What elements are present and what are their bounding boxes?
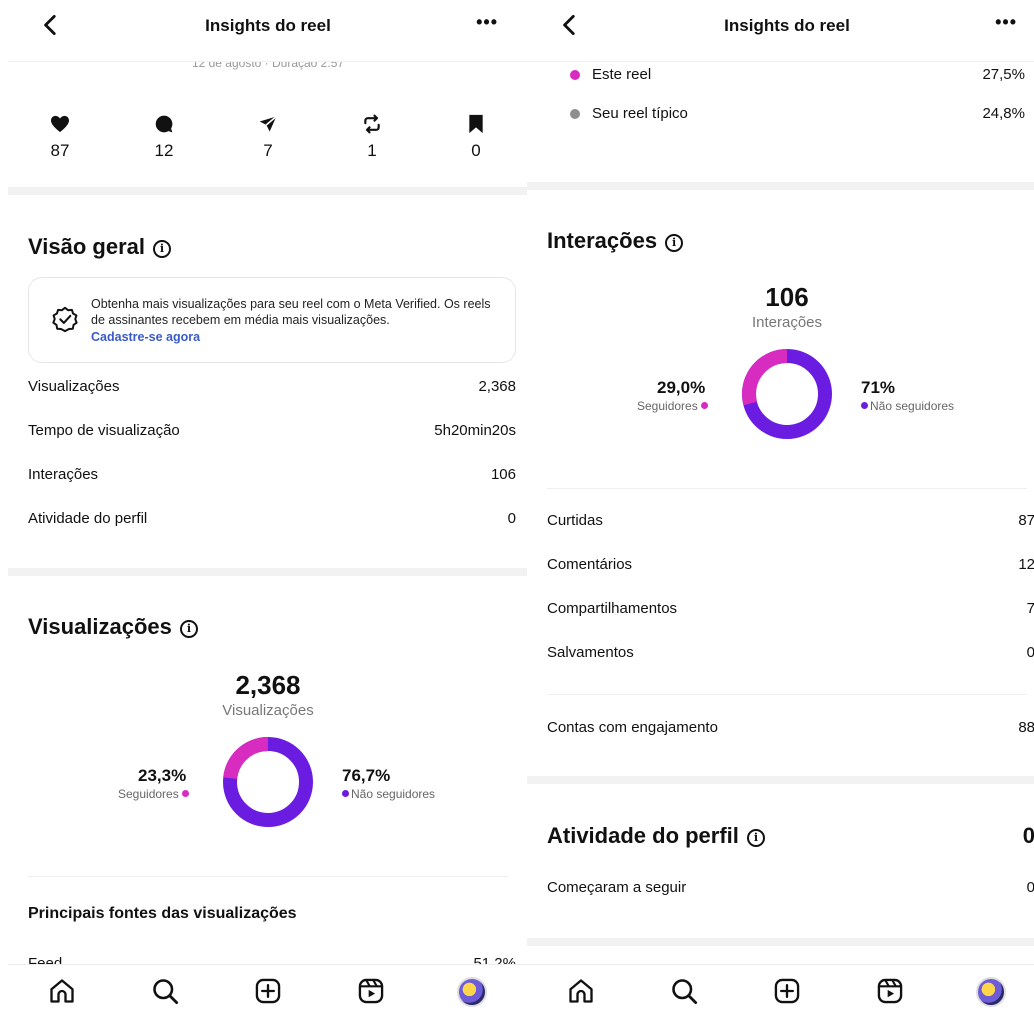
overview-title: Visão geral i	[28, 234, 171, 260]
row-comments-value: 12	[1018, 556, 1034, 573]
separator	[547, 488, 1027, 489]
interactions-total: 106	[765, 282, 809, 312]
interactions-title: Interações i	[547, 228, 684, 254]
info-icon[interactable]: i	[665, 234, 684, 252]
views-followers-pct: 23,3%	[138, 766, 187, 785]
row-likes-label: Curtidas	[547, 512, 603, 529]
row-profile-activity-value: 0	[507, 510, 516, 527]
followers-dot	[181, 790, 189, 797]
profile-avatar[interactable]	[457, 977, 487, 1007]
profile-avatar[interactable]	[976, 977, 1006, 1007]
this-reel-dot	[570, 70, 580, 80]
interactions-nonfollowers-pct: 71%	[861, 378, 896, 397]
this-reel-value: 27,5%	[982, 66, 1025, 83]
left-screen: 12 de agosto · Duração 2:57 Insights do …	[8, 0, 528, 1014]
home-icon[interactable]	[567, 977, 595, 1005]
views-title: Visualizações i	[28, 614, 198, 640]
row-watch-time-value: 5h20min20s	[434, 422, 516, 439]
share-icon	[259, 115, 277, 132]
page-title: Insights do reel	[205, 16, 331, 35]
views-nonfollowers-label: Não seguidores	[342, 787, 435, 801]
separator	[28, 876, 508, 877]
row-interactions-label: Interações	[28, 466, 99, 483]
reels-icon[interactable]	[876, 977, 904, 1005]
bottom-nav	[527, 964, 1034, 1014]
create-icon[interactable]	[773, 977, 801, 1005]
interactions-nonfollowers-label: Não seguidores	[861, 399, 954, 413]
heart-icon	[51, 115, 69, 133]
stat-shares: 7	[238, 113, 298, 161]
row-shares-value: 7	[1026, 600, 1034, 617]
row-shares-label: Compartilhamentos	[547, 600, 678, 617]
stat-likes: 87	[30, 113, 90, 161]
sources-title: Principais fontes das visualizações	[28, 905, 297, 922]
comment-icon	[155, 115, 173, 133]
stat-reposts: 1	[342, 113, 402, 161]
bookmark-icon	[469, 114, 483, 134]
row-watch-time-label: Tempo de visualização	[28, 422, 180, 439]
repost-icon	[364, 114, 380, 134]
interactions-donut-chart	[742, 349, 832, 439]
typical-reel-label: Seu reel típico	[592, 105, 688, 122]
create-icon[interactable]	[254, 977, 282, 1005]
info-icon[interactable]: i	[179, 620, 198, 638]
signup-link[interactable]: Cadastre-se agora	[91, 330, 200, 344]
row-likes-value: 87	[1018, 512, 1034, 529]
meta-verified-card: Obtenha mais visualizações para seu reel…	[28, 277, 516, 363]
interactions-followers-pct: 29,0%	[657, 378, 706, 397]
section-divider	[8, 187, 528, 195]
interactions-total-label: Interações	[751, 314, 823, 331]
row-profile-activity-label: Atividade do perfil	[28, 510, 148, 527]
followers-dot	[700, 402, 708, 409]
views-nonfollowers-pct: 76,7%	[342, 766, 391, 785]
this-reel-label: Este reel	[592, 66, 652, 83]
reels-icon[interactable]	[357, 977, 385, 1005]
info-icon[interactable]: i	[153, 240, 171, 258]
typical-reel-value: 24,8%	[982, 105, 1025, 122]
views-donut-chart	[223, 737, 313, 827]
profile-activity-title: Atividade do perfil i	[547, 823, 765, 849]
row-views-label: Visualizações	[28, 378, 120, 395]
interactions-followers-label: Seguidores	[637, 399, 708, 413]
section-divider	[527, 182, 1034, 190]
nonfollowers-dot	[342, 790, 349, 797]
bottom-nav	[8, 964, 528, 1014]
nonfollowers-dot	[861, 402, 868, 409]
new-followers-label: Começaram a seguir	[547, 879, 687, 896]
views-total-label: Visualizações	[222, 702, 314, 719]
home-icon[interactable]	[48, 977, 76, 1005]
verified-badge-icon	[52, 306, 78, 333]
search-icon[interactable]	[670, 977, 698, 1005]
separator	[547, 694, 1027, 695]
page-title: Insights do reel	[724, 16, 850, 35]
right-screen: Insights do reel ••• Este reel 27,5% Seu…	[527, 0, 1034, 1014]
row-interactions-value: 106	[490, 466, 516, 483]
search-icon[interactable]	[151, 977, 179, 1005]
views-total: 2,368	[235, 670, 301, 700]
header: Insights do reel •••	[8, 0, 528, 62]
card-text: Obtenha mais visualizações para seu reel…	[91, 297, 491, 327]
stat-comments: 12	[134, 113, 194, 161]
engaged-accounts-label: Contas com engajamento	[547, 719, 718, 736]
more-options-button[interactable]: •••	[995, 12, 1017, 33]
section-divider	[527, 776, 1034, 784]
profile-activity-total: 0	[1022, 823, 1034, 848]
engaged-accounts-value: 88	[1018, 719, 1034, 736]
new-followers-value: 0	[1026, 879, 1034, 896]
more-options-button[interactable]: •••	[476, 12, 498, 33]
section-divider	[8, 568, 528, 576]
row-saves-label: Salvamentos	[547, 644, 634, 661]
row-views-value: 2,368	[478, 378, 516, 395]
stat-saves: 0	[446, 113, 506, 161]
row-saves-value: 0	[1026, 644, 1034, 661]
row-comments-label: Comentários	[547, 556, 633, 573]
section-divider	[527, 938, 1034, 946]
typical-reel-dot	[570, 109, 580, 119]
header: Insights do reel •••	[527, 0, 1034, 62]
views-followers-label: Seguidores	[118, 787, 189, 801]
info-icon[interactable]: i	[746, 829, 765, 847]
